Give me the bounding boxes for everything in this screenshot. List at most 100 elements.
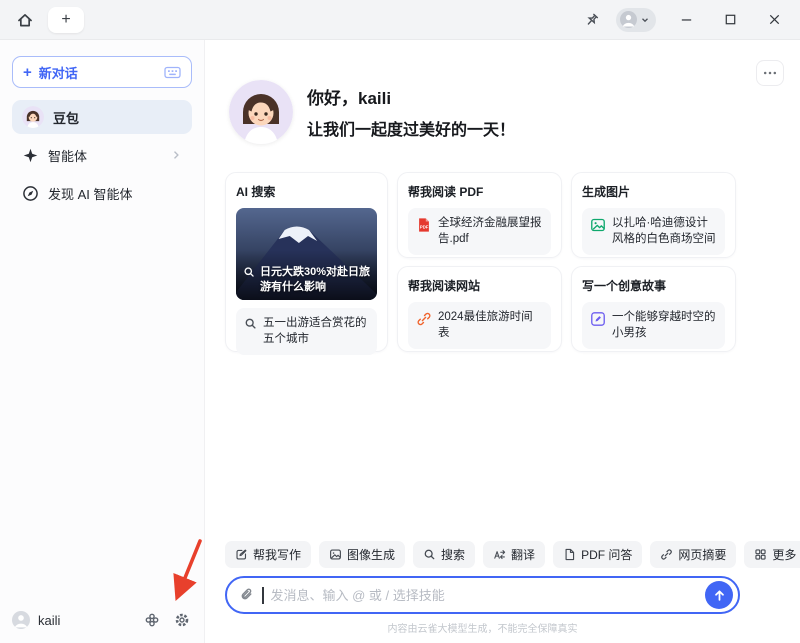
card-generate-image[interactable]: 生成图片 以扎哈·哈迪德设计风格的白色商场空间: [571, 172, 736, 258]
link-icon: [660, 548, 673, 561]
chip-label: PDF 问答: [581, 546, 632, 563]
chip-write[interactable]: 帮我写作: [225, 541, 311, 568]
chip-label: 更多: [772, 546, 796, 563]
close-icon: [767, 12, 782, 27]
plus-icon: +: [23, 65, 32, 80]
story-edit-icon: [590, 311, 606, 327]
sidebar-item-label: 发现 AI 智能体: [48, 184, 133, 203]
website-suggestion-item[interactable]: 2024最佳旅游时间表: [408, 302, 551, 349]
more-options-button[interactable]: [756, 60, 784, 86]
greeting-subtitle: 让我们一起度过美好的一天！: [307, 116, 515, 140]
sidebar-item-doubao[interactable]: 豆包: [12, 100, 192, 134]
message-input[interactable]: [271, 588, 699, 603]
chip-label: 网页摘要: [678, 546, 726, 563]
card-title: 帮我阅读 PDF: [408, 183, 551, 200]
image-gen-icon: [590, 217, 606, 233]
story-suggestion-item[interactable]: 一个能够穿越时空的小男孩: [582, 302, 725, 349]
home-icon: [16, 11, 34, 29]
send-button[interactable]: [705, 581, 733, 609]
image-suggestion-text: 以扎哈·哈迪德设计风格的白色商场空间: [612, 216, 717, 247]
doubao-avatar: [22, 106, 44, 128]
content-disclaimer: 内容由云雀大模型生成，不能完全保障真实: [225, 620, 740, 635]
chip-label: 翻译: [511, 546, 535, 563]
featured-news-text: 日元大跌30%对赴日旅游有什么影响: [260, 265, 373, 294]
web-link-icon: [416, 311, 432, 327]
sparkle-icon: [22, 147, 39, 164]
website-suggestion-text: 2024最佳旅游时间表: [438, 310, 543, 341]
suggestion-cards: AI 搜索: [225, 172, 736, 352]
card-read-website[interactable]: 帮我阅读网站 2024最佳旅游时间表: [397, 266, 562, 352]
chip-image-gen[interactable]: 图像生成: [319, 541, 405, 568]
new-tab-button[interactable]: +: [48, 7, 84, 33]
titlebar: +: [0, 0, 800, 40]
search-icon: [244, 317, 257, 330]
keyboard-shortcut-icon: [164, 65, 181, 80]
chip-web-summary[interactable]: 网页摘要: [650, 541, 736, 568]
minimize-icon: [679, 12, 694, 27]
chip-label: 帮我写作: [253, 546, 301, 563]
discover-compass-icon: [22, 185, 39, 202]
card-ai-search[interactable]: AI 搜索: [225, 172, 388, 352]
account-menu[interactable]: [616, 8, 656, 32]
settings-gear-icon[interactable]: [174, 612, 190, 628]
message-input-bar: [225, 576, 740, 614]
search-icon: [423, 548, 436, 561]
pin-button[interactable]: [584, 12, 600, 28]
doubao-avatar-large: [229, 80, 293, 144]
account-avatar: [620, 11, 637, 28]
chip-more[interactable]: 更多: [744, 541, 800, 568]
search-icon: [243, 266, 255, 294]
arrow-up-icon: [712, 588, 727, 603]
story-suggestion-text: 一个能够穿越时空的小男孩: [612, 310, 717, 341]
card-title: 写一个创意故事: [582, 277, 725, 294]
text-cursor: [262, 587, 264, 604]
card-title: 生成图片: [582, 183, 725, 200]
sidebar-item-label: 豆包: [53, 108, 79, 127]
sidebar-item-agents[interactable]: 智能体: [12, 138, 192, 172]
image-suggestion-item[interactable]: 以扎哈·哈迪德设计风格的白色商场空间: [582, 208, 725, 255]
sidebar-footer: kaili: [12, 611, 190, 629]
maximize-button[interactable]: [716, 7, 744, 33]
maximize-icon: [723, 12, 738, 27]
close-button[interactable]: [760, 7, 788, 33]
chip-label: 搜索: [441, 546, 465, 563]
skill-chips: 帮我写作 图像生成 搜索: [225, 541, 800, 568]
chip-pdf-qa[interactable]: PDF 问答: [553, 541, 642, 568]
main-content: 你好，kaili 让我们一起度过美好的一天！ AI 搜索: [205, 40, 800, 643]
pdf-doc-icon: [563, 548, 576, 561]
edit-icon: [235, 548, 248, 561]
chip-search[interactable]: 搜索: [413, 541, 475, 568]
minimize-button[interactable]: [672, 7, 700, 33]
sidebar-item-label: 智能体: [48, 146, 87, 165]
grid-icon: [754, 548, 767, 561]
chip-label: 图像生成: [347, 546, 395, 563]
chip-translate[interactable]: 翻译: [483, 541, 545, 568]
pdf-suggestion-text: 全球经济金融展望报告.pdf: [438, 216, 543, 247]
search-suggestion-item[interactable]: 五一出游适合赏花的五个城市: [236, 308, 377, 355]
card-read-pdf[interactable]: 帮我阅读 PDF PDF 全球经济金融展望报告.pdf: [397, 172, 562, 258]
pdf-file-icon: PDF: [416, 217, 432, 233]
home-button[interactable]: [12, 7, 38, 33]
doubao-app-window: +: [0, 0, 800, 643]
attachment-paperclip-icon[interactable]: [239, 587, 255, 603]
chevron-right-icon: [170, 149, 182, 161]
greeting-block: 你好，kaili 让我们一起度过美好的一天！: [229, 80, 515, 144]
quick-entry-flower-icon[interactable]: [144, 612, 160, 628]
pin-icon: [584, 12, 600, 28]
pdf-suggestion-item[interactable]: PDF 全球经济金融展望报告.pdf: [408, 208, 551, 255]
card-title: 帮我阅读网站: [408, 277, 551, 294]
sidebar-item-discover-agents[interactable]: 发现 AI 智能体: [12, 176, 192, 210]
new-chat-button[interactable]: + 新对话: [12, 56, 192, 88]
greeting-title: 你好，kaili: [307, 84, 515, 109]
user-avatar: [12, 611, 30, 629]
card-title: AI 搜索: [236, 183, 377, 200]
svg-text:PDF: PDF: [420, 225, 429, 230]
featured-news-item[interactable]: 日元大跌30%对赴日旅游有什么影响: [236, 208, 377, 300]
card-creative-story[interactable]: 写一个创意故事 一个能够穿越时空的小男孩: [571, 266, 736, 352]
more-dots-icon: [762, 65, 778, 81]
new-chat-label: 新对话: [39, 63, 78, 82]
image-icon: [329, 548, 342, 561]
chevron-down-icon: [640, 15, 650, 25]
username-label: kaili: [38, 613, 60, 628]
search-suggestion-text: 五一出游适合赏花的五个城市: [263, 316, 369, 347]
